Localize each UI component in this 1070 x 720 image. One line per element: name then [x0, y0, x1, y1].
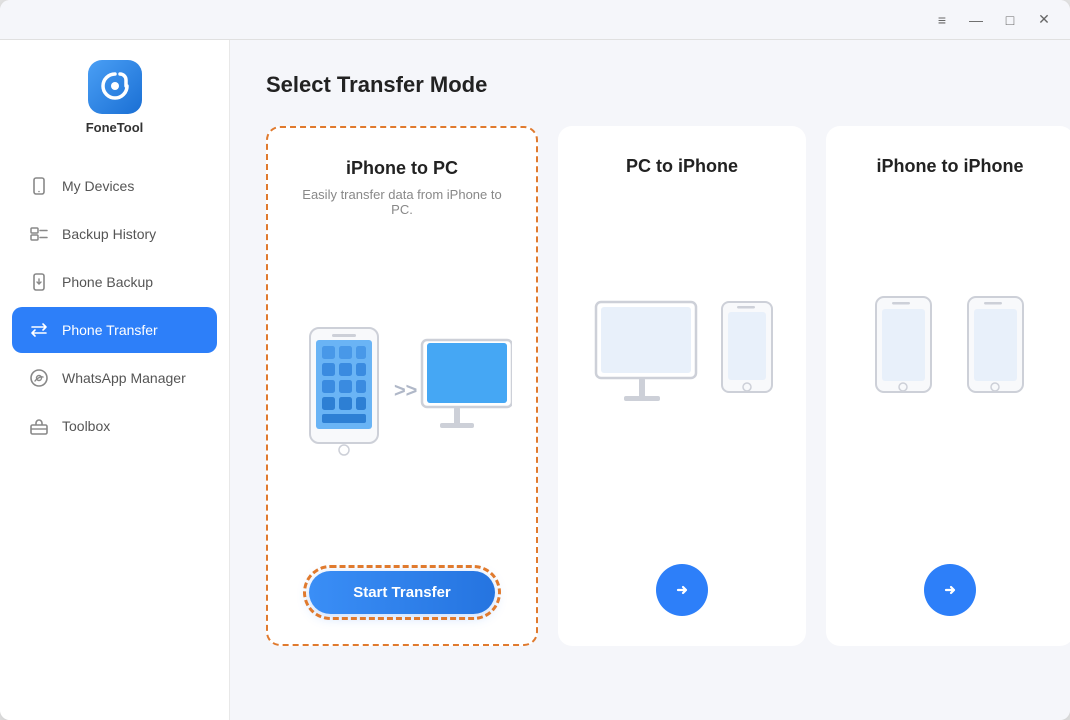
card-title-pc-to-iphone: PC to iPhone	[626, 156, 738, 177]
go-button-pc-to-iphone[interactable]	[656, 564, 708, 616]
sidebar-item-toolbox[interactable]: Toolbox	[12, 403, 217, 449]
titlebar: ≡ — □ ✕	[0, 0, 1070, 40]
phone-backup-icon	[28, 271, 50, 293]
whatsapp-icon	[28, 367, 50, 389]
main-layout: FoneTool My Devices	[0, 40, 1070, 720]
phone-icon	[28, 175, 50, 197]
page-title: Select Transfer Mode	[266, 72, 1034, 98]
card-illustration-pc-to-iphone	[582, 217, 782, 516]
sidebar: FoneTool My Devices	[0, 40, 230, 720]
card-illustration-iphone-to-pc: >>	[292, 249, 512, 547]
minimize-button[interactable]: —	[966, 10, 986, 30]
card-pc-to-iphone[interactable]: PC to iPhone	[558, 126, 806, 646]
toolbox-icon	[28, 415, 50, 437]
sidebar-item-phone-transfer[interactable]: Phone Transfer	[12, 307, 217, 353]
card-subtitle-iphone-to-pc: Easily transfer data from iPhone to PC.	[292, 187, 512, 217]
main-content: Select Transfer Mode iPhone to PC Easily…	[230, 40, 1070, 720]
app-logo	[88, 60, 142, 114]
card-action-iphone-to-pc[interactable]: Start Transfer	[309, 571, 495, 614]
sidebar-label-whatsapp-manager: WhatsApp Manager	[62, 370, 186, 386]
card-iphone-to-pc[interactable]: iPhone to PC Easily transfer data from i…	[266, 126, 538, 646]
start-transfer-button[interactable]: Start Transfer	[309, 571, 495, 614]
backup-history-icon	[28, 223, 50, 245]
transfer-icon	[28, 319, 50, 341]
maximize-button[interactable]: □	[1000, 10, 1020, 30]
cards-row: iPhone to PC Easily transfer data from i…	[266, 126, 1034, 646]
sidebar-label-toolbox: Toolbox	[62, 418, 110, 434]
card-iphone-to-iphone[interactable]: iPhone to iPhone	[826, 126, 1070, 646]
sidebar-label-my-devices: My Devices	[62, 178, 134, 194]
card-illustration-iphone-to-iphone	[850, 217, 1050, 516]
menu-button[interactable]: ≡	[932, 10, 952, 30]
sidebar-item-my-devices[interactable]: My Devices	[12, 163, 217, 209]
card-action-pc-to-iphone[interactable]	[656, 540, 708, 616]
sidebar-label-phone-transfer: Phone Transfer	[62, 322, 158, 338]
sidebar-item-phone-backup[interactable]: Phone Backup	[12, 259, 217, 305]
close-button[interactable]: ✕	[1034, 10, 1054, 30]
card-title-iphone-to-pc: iPhone to PC	[346, 158, 458, 179]
go-button-iphone-to-iphone[interactable]	[924, 564, 976, 616]
app-window: ≡ — □ ✕ FoneTool	[0, 0, 1070, 720]
sidebar-label-phone-backup: Phone Backup	[62, 274, 153, 290]
sidebar-label-backup-history: Backup History	[62, 226, 156, 242]
sidebar-item-whatsapp-manager[interactable]: WhatsApp Manager	[12, 355, 217, 401]
logo-area: FoneTool	[86, 60, 144, 135]
card-title-iphone-to-iphone: iPhone to iPhone	[877, 156, 1024, 177]
nav-items: My Devices Backup History	[0, 163, 229, 449]
svg-text:>>: >>	[394, 380, 417, 402]
app-name-label: FoneTool	[86, 120, 144, 135]
sidebar-item-backup-history[interactable]: Backup History	[12, 211, 217, 257]
card-action-iphone-to-iphone[interactable]	[924, 540, 976, 616]
